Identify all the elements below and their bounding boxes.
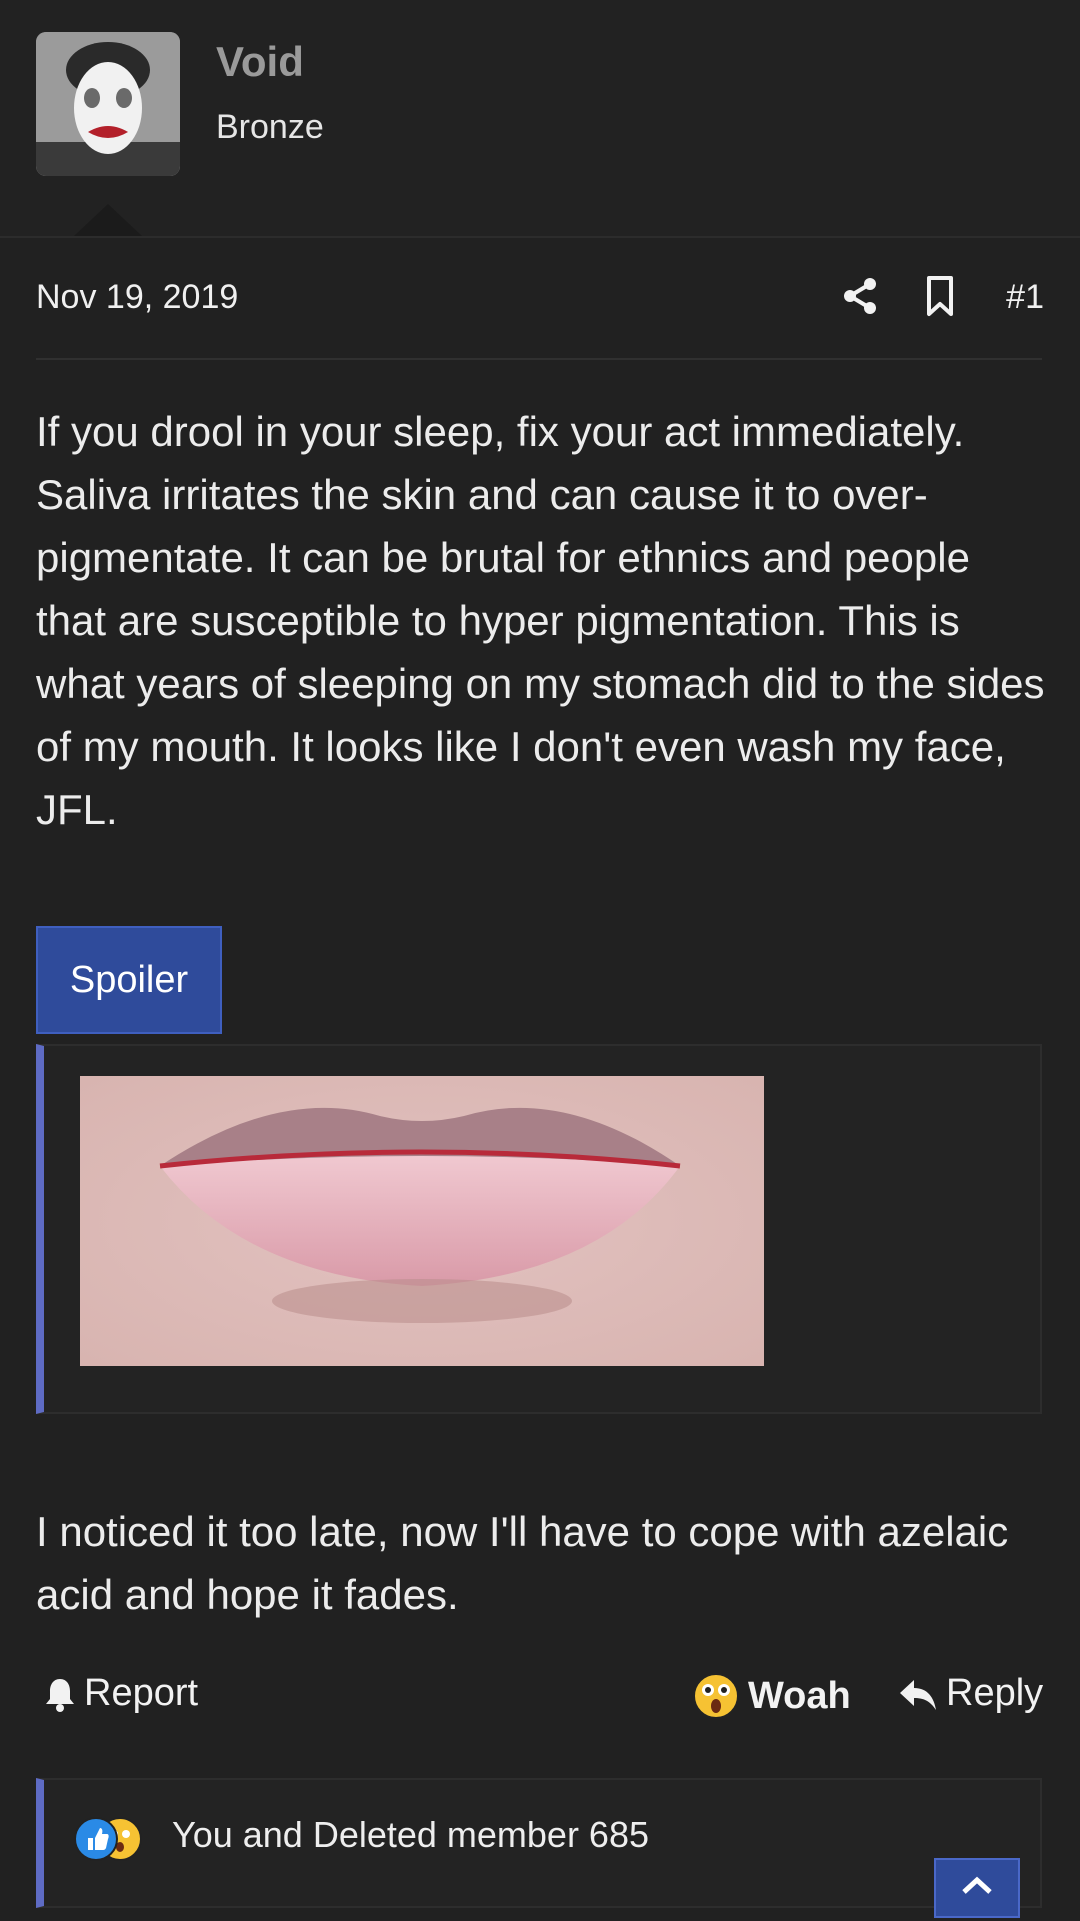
divider	[36, 358, 1042, 360]
reply-label: Reply	[946, 1672, 1044, 1714]
post-author-header: Void Bronze	[0, 0, 1080, 238]
reply-arrow-icon	[900, 1679, 936, 1710]
post-meta: Nov 19, 2019 #1	[36, 270, 1044, 326]
spoiler-image[interactable]	[80, 1076, 764, 1366]
woah-emoji-icon	[693, 1673, 739, 1719]
reaction-label: Woah	[748, 1674, 851, 1717]
bell-icon	[46, 1678, 74, 1712]
reply-button[interactable]: Reply	[898, 1672, 1043, 1715]
post-body-paragraph-2: I noticed it too late, now I'll have to …	[36, 1508, 1009, 1618]
share-icon[interactable]	[838, 274, 882, 318]
header-pointer	[74, 204, 142, 236]
username[interactable]: Void	[216, 38, 304, 86]
post-date[interactable]: Nov 19, 2019	[36, 278, 238, 317]
chevron-up-icon	[962, 1876, 992, 1894]
spoiler-button[interactable]: Spoiler	[36, 926, 222, 1034]
post-number[interactable]: #1	[1006, 278, 1044, 317]
bookmark-icon[interactable]	[918, 274, 962, 318]
reaction-icons[interactable]	[74, 1814, 164, 1864]
avatar[interactable]	[36, 32, 180, 176]
reaction-button[interactable]: Woah	[692, 1672, 851, 1720]
user-rank: Bronze	[216, 108, 324, 146]
report-button[interactable]: Report	[44, 1672, 198, 1715]
avatar-image	[36, 32, 180, 176]
reactions-summary[interactable]: You and Deleted member 685	[172, 1814, 649, 1856]
scroll-to-top-button[interactable]	[934, 1858, 1020, 1918]
post-body-paragraph: If you drool in your sleep, fix your act…	[36, 408, 1045, 833]
report-label: Report	[84, 1672, 199, 1714]
post-actions: Report Woah Reply	[36, 1672, 1044, 1732]
